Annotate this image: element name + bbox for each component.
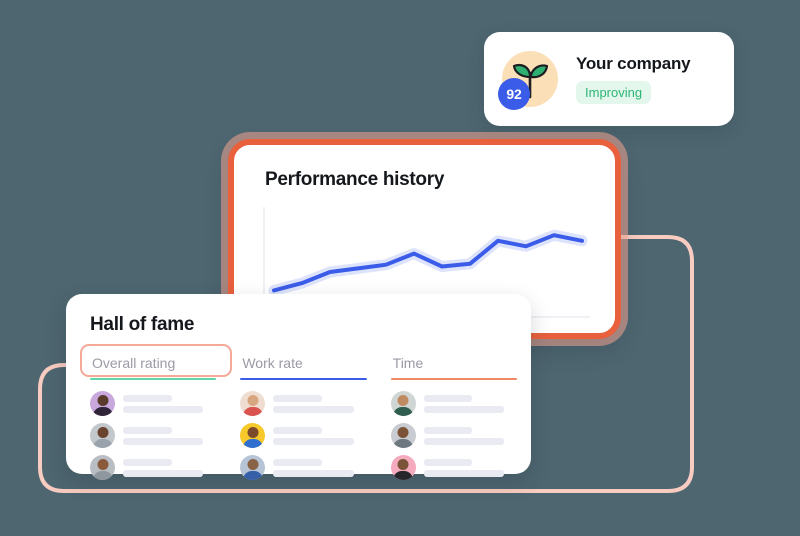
avatar-body [242, 439, 263, 448]
list-item[interactable] [240, 391, 366, 416]
page-title: Performance history [265, 169, 445, 190]
placeholder-bars [123, 394, 216, 413]
placeholder-bar [123, 458, 172, 466]
company-texts: Your company Improving [576, 54, 691, 104]
placeholder-bar [123, 405, 204, 413]
list-item[interactable] [390, 391, 517, 416]
placeholder-bars [423, 426, 517, 445]
list-item[interactable] [240, 455, 366, 480]
placeholder-bar [423, 405, 504, 413]
avatar-head [97, 459, 108, 470]
score-badge: 92 [498, 78, 530, 110]
avatar-head [397, 427, 409, 438]
column-underline [390, 378, 517, 380]
avatar-body [92, 471, 113, 480]
placeholder-bars [123, 458, 216, 477]
column-underline [240, 378, 367, 380]
avatar [240, 455, 266, 480]
column-focus-ring [80, 344, 232, 377]
avatar-head [247, 459, 259, 470]
placeholder-bars [273, 426, 366, 445]
list-item[interactable] [390, 455, 517, 480]
column-header: Work rate [242, 355, 303, 371]
avatar-body [92, 407, 113, 416]
placeholder-bar [273, 458, 322, 466]
placeholder-bars [273, 458, 366, 477]
list-item[interactable] [240, 423, 366, 448]
placeholder-bar [273, 469, 354, 477]
avatar [90, 423, 115, 448]
column-underline [90, 378, 217, 380]
placeholder-bar [123, 426, 172, 434]
placeholder-bars [423, 458, 517, 477]
avatar-head [97, 427, 108, 438]
placeholder-bar [423, 437, 504, 445]
list-item[interactable] [90, 455, 216, 480]
company-avatar: 92 [498, 51, 558, 110]
placeholder-bar [123, 437, 204, 445]
avatar-body [393, 471, 414, 480]
avatar-head [247, 427, 259, 438]
list-item[interactable] [90, 391, 216, 416]
list-item[interactable] [390, 423, 517, 448]
avatar [390, 423, 416, 448]
status-badge: Improving [576, 81, 652, 104]
leaderboard-column-work-rate[interactable]: Work rate [240, 350, 367, 480]
company-card[interactable]: 92 Your company Improving [484, 32, 734, 126]
leaderboard-column-overall-rating[interactable]: Overall rating [80, 344, 232, 480]
avatar [390, 455, 416, 480]
placeholder-bars [273, 394, 366, 413]
leaderboard-column-time[interactable]: Time [390, 350, 517, 480]
column-rows [390, 391, 517, 480]
leaderboard-columns: Overall rating Work rate Time [80, 344, 517, 480]
scene: 92 Your company Improving Performance hi… [0, 0, 800, 536]
avatar-body [242, 471, 263, 480]
avatar [90, 391, 115, 416]
avatar [240, 423, 266, 448]
avatar-head [247, 395, 259, 406]
placeholder-bar [273, 437, 354, 445]
placeholder-bar [123, 469, 204, 477]
avatar-body [393, 439, 414, 448]
column-header: Time [392, 355, 424, 371]
placeholder-bar [423, 394, 473, 402]
hall-of-fame-card[interactable]: Hall of fame Overall rating Work rate Time [66, 294, 531, 480]
hall-of-fame-title: Hall of fame [90, 314, 195, 335]
placeholder-bars [123, 426, 216, 445]
column-rows [90, 391, 216, 480]
list-item[interactable] [90, 423, 216, 448]
avatar-head [397, 395, 409, 406]
avatar-body [242, 407, 263, 416]
avatar [240, 391, 266, 416]
avatar-head [97, 395, 108, 406]
placeholder-bar [273, 426, 322, 434]
avatar-body [92, 439, 113, 448]
placeholder-bar [423, 458, 473, 466]
placeholder-bar [123, 394, 172, 402]
placeholder-bars [423, 394, 517, 413]
placeholder-bar [423, 469, 504, 477]
avatar [390, 391, 416, 416]
placeholder-bar [273, 405, 354, 413]
column-rows [240, 391, 366, 480]
avatar-head [397, 459, 409, 470]
avatar-body [393, 407, 414, 416]
placeholder-bar [273, 394, 322, 402]
company-title: Your company [576, 54, 691, 73]
avatar [90, 455, 115, 480]
placeholder-bar [423, 426, 473, 434]
